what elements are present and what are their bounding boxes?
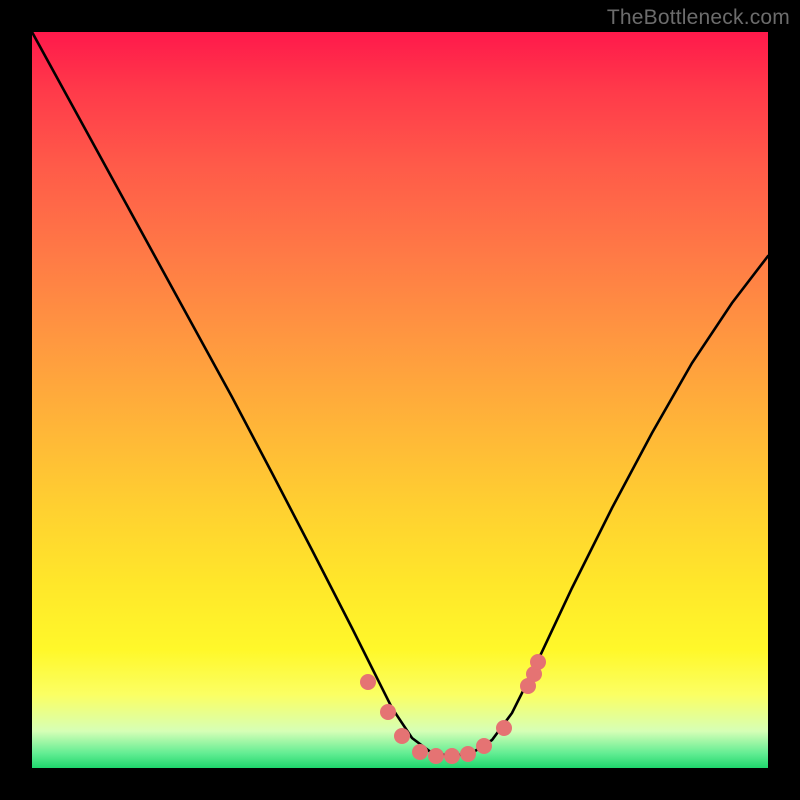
- watermark-label: TheBottleneck.com: [607, 6, 790, 30]
- curve-marker: [360, 674, 376, 690]
- marker-group: [360, 654, 546, 764]
- curve-marker: [460, 746, 476, 762]
- bottleneck-curve-path: [32, 32, 768, 756]
- plot-area: [32, 32, 768, 768]
- curve-marker: [412, 744, 428, 760]
- curve-marker: [476, 738, 492, 754]
- curve-marker: [394, 728, 410, 744]
- curve-marker: [530, 654, 546, 670]
- curve-marker: [380, 704, 396, 720]
- curve-marker: [496, 720, 512, 736]
- curve-marker: [428, 748, 444, 764]
- curve-marker: [444, 748, 460, 764]
- chart-frame: TheBottleneck.com: [0, 0, 800, 800]
- curve-svg: [32, 32, 768, 768]
